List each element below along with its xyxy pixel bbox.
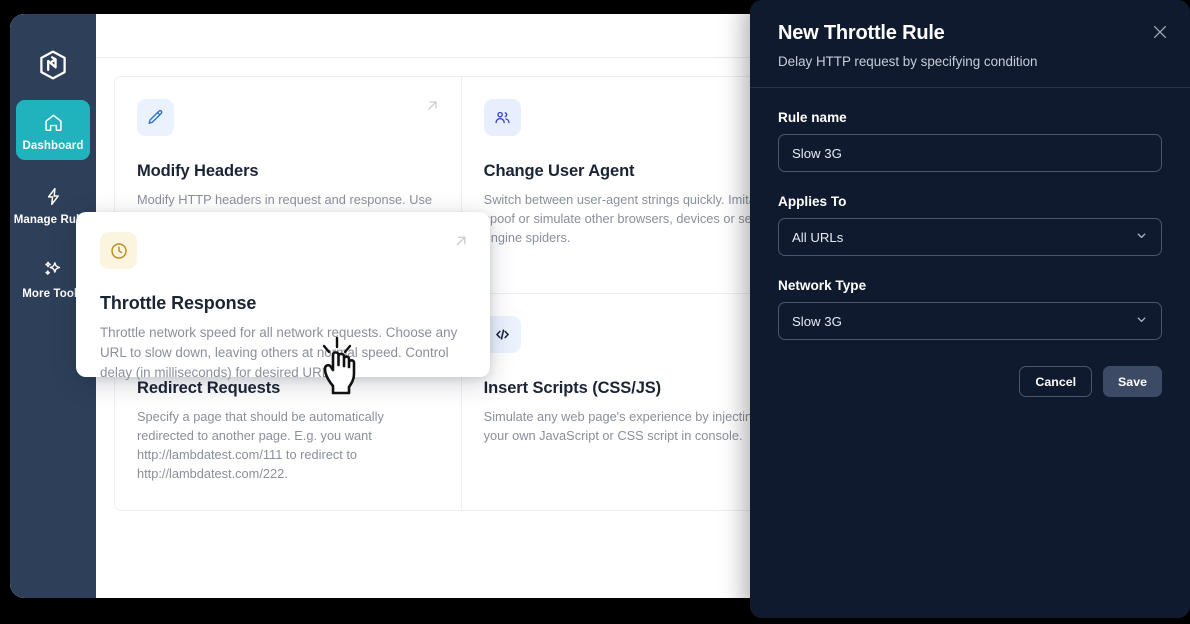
applies-to-label: Applies To xyxy=(778,194,1162,209)
pencil-icon xyxy=(137,99,174,136)
tool-card-throttle-response-hovered[interactable]: Throttle Response Throttle network speed… xyxy=(76,212,490,377)
brand-logo[interactable] xyxy=(10,36,96,94)
bolt-icon xyxy=(43,183,64,209)
close-icon[interactable] xyxy=(1150,22,1170,42)
arrow-up-right-icon[interactable] xyxy=(424,97,441,119)
modal-actions: Cancel Save xyxy=(778,366,1162,397)
modal-title: New Throttle Rule xyxy=(778,22,1162,45)
card-description: Switch between user-agent strings quickl… xyxy=(484,190,786,248)
card-description: Throttle network speed for all network r… xyxy=(100,323,466,383)
modal-subtitle: Delay HTTP request by specifying conditi… xyxy=(778,54,1162,69)
sidebar-item-dashboard[interactable]: Dashboard xyxy=(16,100,90,160)
applies-to-value: All URLs xyxy=(792,230,843,245)
network-type-select[interactable]: Slow 3G xyxy=(778,302,1162,340)
cube-logo-icon xyxy=(36,48,70,82)
card-description: Simulate any web page's experience by in… xyxy=(484,407,786,445)
new-throttle-rule-panel: New Throttle Rule Delay HTTP request by … xyxy=(750,0,1190,618)
cancel-button[interactable]: Cancel xyxy=(1019,366,1092,397)
users-icon xyxy=(484,99,521,136)
sidebar-item-label: Dashboard xyxy=(23,140,84,152)
arrow-up-right-icon[interactable] xyxy=(452,232,470,255)
card-title: Change User Agent xyxy=(484,162,786,181)
chevron-down-icon xyxy=(1135,229,1148,245)
card-title: Insert Scripts (CSS/JS) xyxy=(484,379,786,398)
applies-to-select[interactable]: All URLs xyxy=(778,218,1162,256)
modal-body: Rule name Slow 3G Applies To All URLs Ne… xyxy=(750,88,1190,397)
card-title: Throttle Response xyxy=(100,293,466,314)
clock-icon xyxy=(100,232,137,269)
network-type-label: Network Type xyxy=(778,278,1162,293)
sparkles-icon xyxy=(42,257,64,283)
modal-header: New Throttle Rule Delay HTTP request by … xyxy=(750,0,1190,88)
network-type-value: Slow 3G xyxy=(792,314,842,329)
sidebar-item-label: More Tools xyxy=(22,288,83,300)
save-button[interactable]: Save xyxy=(1103,366,1162,397)
chevron-down-icon xyxy=(1135,313,1148,329)
rule-name-value: Slow 3G xyxy=(792,146,842,161)
home-icon xyxy=(43,109,64,135)
rule-name-input[interactable]: Slow 3G xyxy=(778,134,1162,172)
card-title: Modify Headers xyxy=(137,162,439,181)
rule-name-label: Rule name xyxy=(778,110,1162,125)
card-description: Specify a page that should be automatica… xyxy=(137,407,439,484)
